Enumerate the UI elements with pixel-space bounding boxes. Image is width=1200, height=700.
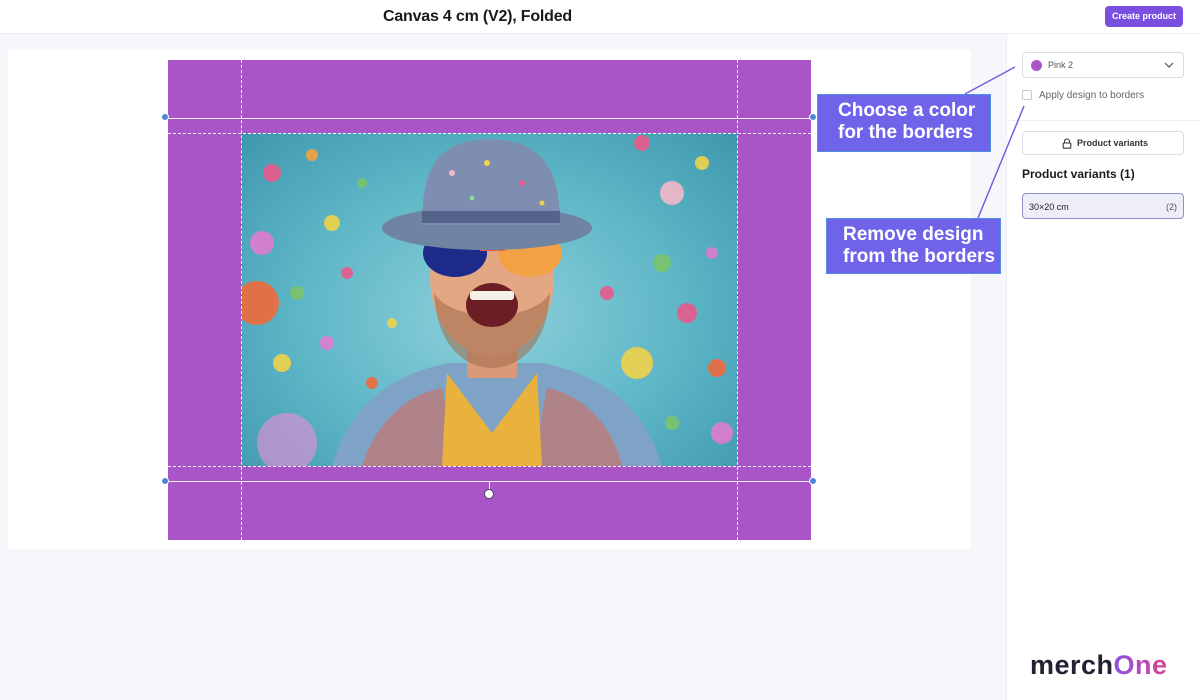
rotate-handle[interactable]	[484, 489, 494, 499]
product-variants-button[interactable]: Product variants	[1022, 131, 1184, 155]
design-image[interactable]	[242, 133, 737, 466]
callout-choose-color-line1: Choose a color	[838, 100, 976, 121]
resize-handle-top-left[interactable]	[161, 113, 169, 121]
top-bar: Canvas 4 cm (V2), Folded Create product	[0, 0, 1200, 34]
resize-handle-bottom-right[interactable]	[809, 477, 817, 485]
apply-design-label: Apply design to borders	[1039, 90, 1145, 101]
resize-handle-top-right[interactable]	[809, 113, 817, 121]
selection-border-top	[165, 118, 814, 119]
fold-line-right	[737, 60, 738, 540]
border-color-value: Pink 2	[1048, 60, 1074, 70]
fold-line-bottom	[168, 466, 811, 467]
settings-panel: Pink 2 Apply design to borders Product v…	[1006, 34, 1200, 700]
panel-divider	[1007, 120, 1200, 121]
canvas-product-preview	[168, 60, 811, 540]
callout-remove-design-line1: Remove design	[843, 224, 984, 245]
apply-design-checkbox[interactable]	[1022, 90, 1032, 100]
variants-heading: Product variants (1)	[1022, 167, 1135, 181]
callout-remove-design: Remove design from the borders	[826, 218, 1001, 274]
product-variants-button-label: Product variants	[1077, 138, 1149, 148]
color-swatch	[1031, 60, 1042, 71]
chevron-down-icon	[1164, 62, 1174, 68]
variant-count: (2)	[1166, 202, 1177, 212]
border-color-select[interactable]: Pink 2	[1022, 52, 1184, 78]
resize-handle-bottom-left[interactable]	[161, 477, 169, 485]
logo-text-one: One	[1113, 650, 1168, 680]
variant-item[interactable]: 30×20 cm (2)	[1022, 193, 1184, 219]
page-title: Canvas 4 cm (V2), Folded	[382, 8, 573, 25]
fold-line-top	[168, 133, 811, 134]
lock-icon	[1062, 138, 1072, 149]
callout-choose-color: Choose a color for the borders	[817, 94, 991, 152]
merchone-logo: merchOne	[1030, 650, 1180, 682]
create-product-button[interactable]: Create product	[1104, 6, 1183, 27]
party-photo	[242, 135, 733, 466]
logo-text-merch: merch	[1030, 650, 1114, 680]
variant-size: 30×20 cm	[1029, 202, 1069, 212]
fold-line-left	[241, 60, 242, 540]
apply-design-to-borders-option[interactable]: Apply design to borders	[1022, 89, 1192, 103]
callout-remove-design-line2: from the borders	[843, 246, 996, 267]
callout-choose-color-line2: for the borders	[838, 122, 974, 143]
